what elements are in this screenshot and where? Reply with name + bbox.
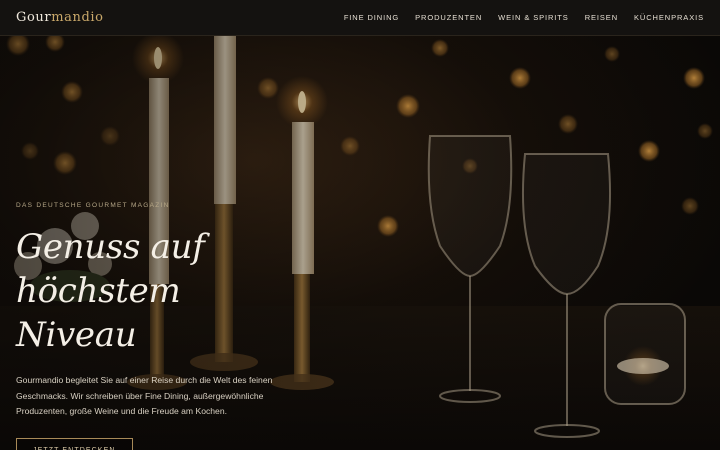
hero-content: DAS DEUTSCHE GOURMET MAGAZIN Genuss auf … [16,202,346,450]
hero-title-line-2: Niveau [16,315,137,355]
hero-description: Gourmandio begleitet Sie auf einer Reise… [16,375,273,416]
nav-item-fine-dining[interactable]: FINE DINING [344,13,399,22]
site-header: Gourmandio FINE DINING PRODUZENTEN WEIN … [0,0,720,36]
logo-text-part2: mandio [51,10,104,25]
site-logo[interactable]: Gourmandio [16,10,104,25]
hero-title-line-1: Genuss auf höchstem [16,227,205,311]
logo-text-part1: Gour [16,10,52,25]
hero-section: DAS DEUTSCHE GOURMET MAGAZIN Genuss auf … [0,36,720,450]
hero-kicker: DAS DEUTSCHE GOURMET MAGAZIN [16,202,170,209]
nav-item-kuechenpraxis[interactable]: KÜCHENPRAXIS [634,13,704,22]
nav-item-wein-spirits[interactable]: WEIN & SPIRITS [498,13,569,22]
nav-item-reisen[interactable]: REISEN [585,13,618,22]
main-nav: FINE DINING PRODUZENTEN WEIN & SPIRITS R… [344,13,704,22]
cta-button[interactable]: JETZT ENTDECKEN [16,437,133,450]
hero-title: Genuss auf höchstem Niveau [16,225,346,357]
nav-item-produzenten[interactable]: PRODUZENTEN [415,13,482,22]
